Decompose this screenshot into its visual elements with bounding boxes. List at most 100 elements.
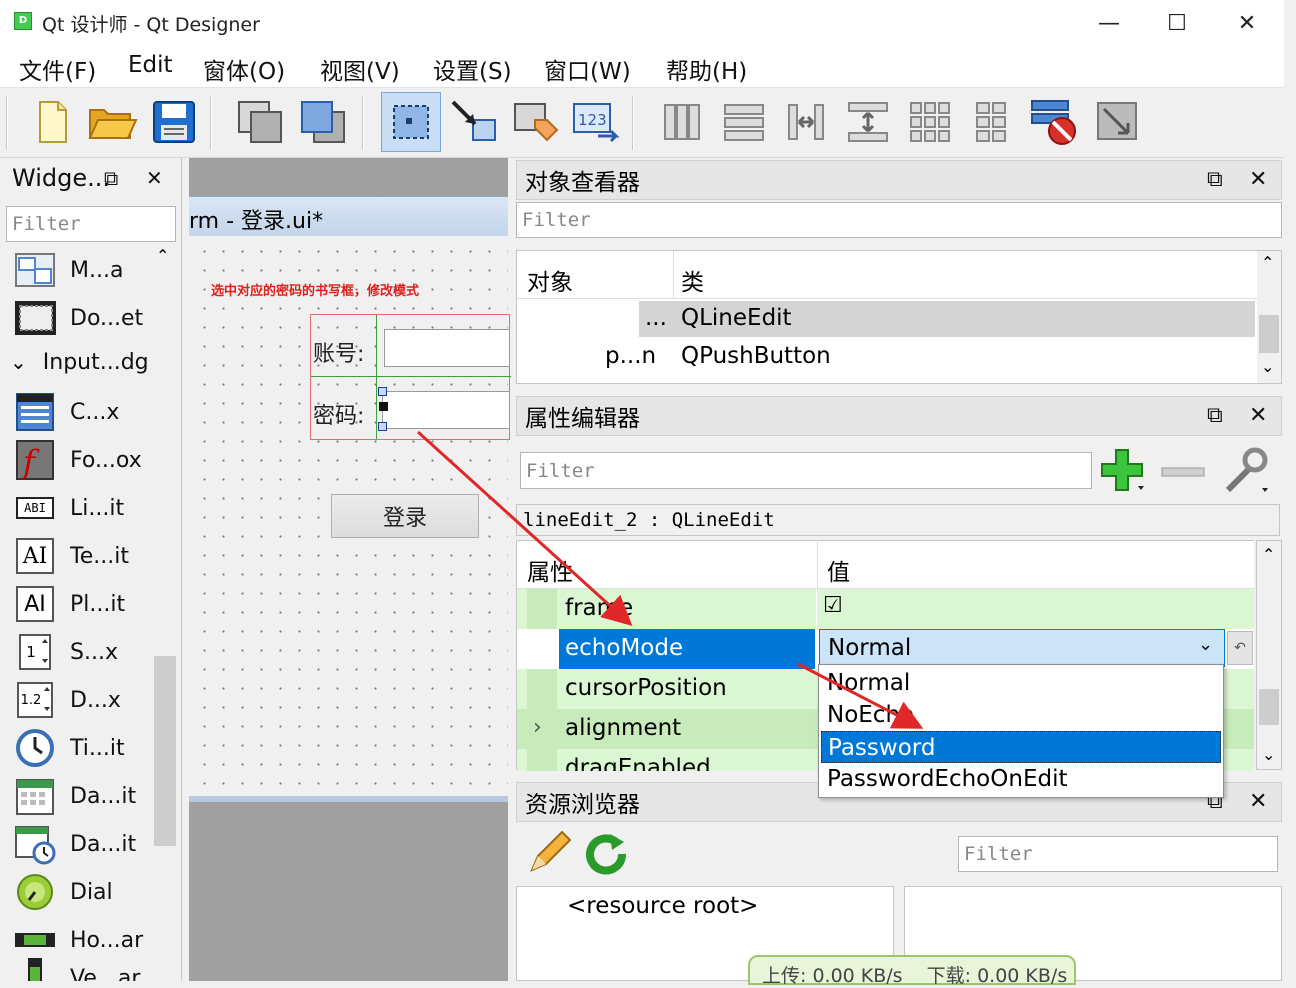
add-dynamic-property-icon[interactable]	[1100, 446, 1146, 494]
open-folder-icon[interactable]	[84, 94, 140, 150]
scroll-up-icon[interactable]: ⌃	[1262, 545, 1275, 564]
property-table-scrollbar[interactable]: ⌃ ⌄	[1256, 540, 1282, 770]
widget-item[interactable]: 1 S...x	[14, 628, 154, 676]
bring-to-front-icon[interactable]	[296, 94, 352, 150]
widget-item[interactable]: AI Te...it	[14, 532, 154, 580]
widget-item[interactable]: C...x	[14, 388, 154, 436]
scroll-down-icon[interactable]: ⌄	[1262, 745, 1275, 764]
configure-wrench-icon[interactable]	[1222, 446, 1272, 496]
widget-item[interactable]: f Fo...ox	[14, 436, 154, 484]
layout-vertical-splitter-icon[interactable]	[840, 94, 896, 150]
account-input[interactable]	[384, 329, 510, 367]
column-divider	[816, 589, 817, 629]
close-icon[interactable]: ✕	[1249, 789, 1267, 814]
widget-box-dock: Widge... ⧉ ✕ Filter ⌃ M...a Do...et ⌄ In…	[0, 158, 182, 981]
menu-edit[interactable]: Edit	[128, 52, 173, 78]
tree-row-selected[interactable]: ... QLineEdit	[639, 301, 1255, 337]
menu-help[interactable]: 帮助(H)	[666, 52, 747, 86]
frame-checkbox[interactable]: ☑	[823, 593, 843, 618]
save-icon[interactable]	[146, 94, 202, 150]
echomode-combobox[interactable]: Normal ⌄	[819, 629, 1225, 667]
widget-category-input[interactable]: ⌄ Input...dg	[10, 342, 156, 382]
maximize-button[interactable]: ☐	[1142, 0, 1212, 46]
close-icon[interactable]: ✕	[1249, 403, 1267, 428]
tree-row-class: QPushButton	[681, 343, 831, 369]
menu-form[interactable]: 窗体(O)	[203, 52, 285, 86]
selection-handle[interactable]	[378, 387, 387, 396]
column-header-class[interactable]: 类	[681, 263, 704, 297]
menu-file[interactable]: 文件(F)	[19, 52, 96, 86]
edit-signals-slots-icon[interactable]	[446, 94, 502, 150]
scroll-up-icon[interactable]: ⌃	[156, 246, 169, 265]
adjust-size-icon[interactable]	[1090, 94, 1146, 150]
layout-horizontal-splitter-icon[interactable]	[778, 94, 834, 150]
column-header-property[interactable]: 属性	[527, 553, 573, 587]
close-button[interactable]: ✕	[1212, 0, 1282, 46]
scrollbar-thumb[interactable]	[1259, 689, 1279, 725]
layout-grid-icon[interactable]	[902, 94, 958, 150]
widget-filter-input[interactable]: Filter	[6, 206, 176, 242]
close-icon[interactable]: ✕	[1249, 167, 1267, 192]
qt-designer-app-icon: D	[14, 12, 32, 30]
widget-item[interactable]: Do...et	[14, 294, 154, 342]
property-object-label: lineEdit_2 : QLineEdit	[516, 504, 1280, 536]
reload-resources-icon[interactable]	[584, 832, 630, 878]
send-to-back-icon[interactable]	[233, 94, 289, 150]
scroll-up-icon[interactable]: ⌃	[1261, 253, 1274, 272]
form-canvas[interactable]: 选中对应的密码的书写框，修改模式 账号: 密码: 登录	[189, 236, 511, 798]
option-passwordechoonedit[interactable]: PasswordEchoOnEdit	[821, 763, 1221, 795]
resource-root-item[interactable]: <resource root>	[567, 893, 758, 919]
scrollbar-thumb[interactable]	[1259, 315, 1279, 353]
object-tree-scrollbar[interactable]: ⌃ ⌄	[1257, 251, 1281, 383]
menu-window[interactable]: 窗口(W)	[544, 52, 631, 86]
dock-widget-icon	[14, 299, 56, 337]
option-noecho[interactable]: NoEcho	[821, 699, 1221, 731]
edit-buddies-icon[interactable]	[508, 94, 564, 150]
widget-item[interactable]: M...a	[14, 246, 154, 294]
login-button[interactable]: 登录	[331, 494, 479, 538]
option-password[interactable]: Password	[821, 731, 1221, 763]
reset-property-button[interactable]: ↶	[1227, 631, 1253, 665]
column-header-value[interactable]: 值	[827, 553, 850, 587]
object-filter-input[interactable]: Filter	[516, 202, 1282, 238]
scrollbar-thumb[interactable]	[154, 656, 176, 846]
column-header-object[interactable]: 对象	[527, 263, 573, 297]
float-icon[interactable]: ⧉	[1207, 167, 1223, 192]
scroll-down-icon[interactable]: ⌄	[1261, 357, 1274, 376]
property-filter-input[interactable]: Filter	[520, 452, 1092, 489]
remove-dynamic-property-icon[interactable]	[1160, 464, 1206, 478]
edit-tab-order-icon[interactable]: 123	[568, 94, 624, 150]
layout-vertical-icon[interactable]	[716, 94, 772, 150]
break-layout-icon[interactable]	[1026, 94, 1082, 150]
widget-item[interactable]: Dial	[14, 868, 154, 916]
resource-filter-input[interactable]: Filter	[958, 836, 1278, 872]
widget-item[interactable]: Ve...ar	[14, 954, 154, 981]
float-icon[interactable]: ⧉	[1207, 403, 1223, 428]
property-row-frame[interactable]: frame ☑	[517, 589, 1254, 629]
password-input[interactable]	[378, 387, 510, 431]
selection-handle[interactable]	[378, 422, 387, 431]
layout-horizontal-icon[interactable]	[654, 94, 710, 150]
property-name: alignment	[565, 715, 682, 741]
option-normal[interactable]: Normal	[821, 667, 1221, 699]
menu-view[interactable]: 视图(V)	[320, 52, 400, 86]
layout-form-icon[interactable]	[964, 94, 1020, 150]
widget-item[interactable]: AI Pl...it	[14, 580, 154, 628]
close-icon[interactable]: ✕	[146, 166, 163, 190]
menu-settings[interactable]: 设置(S)	[433, 52, 512, 86]
edit-widgets-icon[interactable]	[381, 92, 441, 152]
widget-item[interactable]: ABI Li...it	[14, 484, 154, 532]
widget-item[interactable]: 1.2 D...x	[14, 676, 154, 724]
property-row-echomode[interactable]: echoMode Normal ⌄ ↶	[517, 629, 1254, 669]
edit-resources-pencil-icon[interactable]	[524, 830, 572, 878]
double-spin-box-icon-text: 1.2	[20, 692, 42, 708]
new-file-icon[interactable]	[24, 94, 80, 150]
tree-row[interactable]: p...n QPushButton	[601, 339, 1255, 375]
widget-item[interactable]: Ti...it	[14, 724, 154, 772]
widget-item[interactable]: Da...it	[14, 772, 154, 820]
widget-item[interactable]: Da...it	[14, 820, 154, 868]
expand-arrow-icon[interactable]: ›	[533, 715, 542, 740]
float-icon[interactable]: ⧉	[104, 166, 118, 190]
selection-handle[interactable]	[379, 402, 388, 411]
minimize-button[interactable]: —	[1074, 0, 1144, 46]
